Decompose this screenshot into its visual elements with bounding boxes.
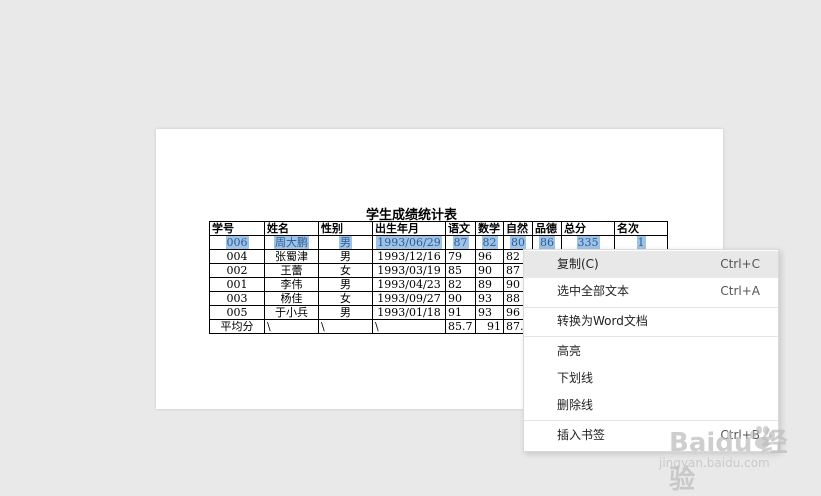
- table-cell[interactable]: 82: [445, 277, 476, 292]
- table-cell[interactable]: 001: [209, 277, 265, 292]
- selected-text[interactable]: 87: [452, 236, 469, 249]
- menu-item-copy[interactable]: 复制(C) Ctrl+C: [524, 251, 778, 278]
- table-header-row: 学号 姓名 性别 出生年月 语文 数学 自然 品德 总分 名次: [209, 221, 668, 236]
- menu-item-insert-bookmark[interactable]: 插入书签 Ctrl+B: [524, 422, 778, 449]
- table-cell[interactable]: 1: [614, 235, 668, 250]
- table-row-selected: 006 周大鹏 男 1993/06/29 87 82 80 86 335 1: [209, 235, 668, 250]
- menu-item-label: 复制(C): [557, 257, 599, 271]
- menu-item-label: 高亮: [557, 344, 582, 358]
- menu-item-shortcut: Ctrl+B: [720, 428, 760, 442]
- table-cell[interactable]: 杨佳: [264, 291, 319, 306]
- table-cell[interactable]: 于小兵: [264, 305, 319, 320]
- menu-separator: [524, 420, 778, 421]
- table-cell[interactable]: 82: [475, 235, 504, 250]
- selected-text[interactable]: 1: [636, 236, 646, 249]
- table-cell[interactable]: 87: [445, 235, 476, 250]
- menu-item-select-all[interactable]: 选中全部文本 Ctrl+A: [524, 278, 778, 305]
- header-cell[interactable]: 品德: [532, 221, 562, 236]
- menu-item-highlight[interactable]: 高亮: [524, 338, 778, 365]
- table-cell[interactable]: 93: [475, 305, 504, 320]
- menu-item-label: 下划线: [557, 371, 594, 385]
- table-cell[interactable]: \: [372, 319, 446, 334]
- header-cell[interactable]: 出生年月: [372, 221, 446, 236]
- table-cell[interactable]: 90: [475, 263, 504, 278]
- table-cell[interactable]: 女: [318, 291, 373, 306]
- table-cell[interactable]: 1993/01/18: [372, 305, 446, 320]
- header-cell[interactable]: 语文: [445, 221, 476, 236]
- menu-item-strikethrough[interactable]: 删除线: [524, 392, 778, 419]
- selected-text[interactable]: 86: [539, 236, 555, 249]
- header-cell[interactable]: 数学: [475, 221, 504, 236]
- table-cell[interactable]: 张蜀津: [264, 249, 319, 264]
- table-cell[interactable]: 80: [503, 235, 533, 250]
- table-cell[interactable]: 周大鹏: [264, 235, 319, 250]
- table-cell[interactable]: 002: [209, 263, 265, 278]
- menu-item-convert-to-word[interactable]: 转换为Word文档: [524, 308, 778, 335]
- header-cell[interactable]: 性别: [318, 221, 373, 236]
- menu-separator: [524, 336, 778, 337]
- table-cell[interactable]: 平均分: [209, 319, 265, 334]
- table-cell[interactable]: 男: [318, 235, 373, 250]
- selected-text[interactable]: 男: [339, 236, 352, 249]
- table-cell[interactable]: 006: [209, 235, 265, 250]
- context-menu: 复制(C) Ctrl+C 选中全部文本 Ctrl+A 转换为Word文档 高亮 …: [523, 249, 779, 452]
- table-cell[interactable]: 1993/12/16: [372, 249, 446, 264]
- table-cell[interactable]: 89: [475, 277, 504, 292]
- table-cell[interactable]: \: [318, 319, 373, 334]
- table-cell[interactable]: 93: [475, 291, 504, 306]
- table-cell[interactable]: 335: [561, 235, 615, 250]
- header-cell[interactable]: 学号: [209, 221, 265, 236]
- table-cell[interactable]: 男: [318, 249, 373, 264]
- table-cell[interactable]: 1993/06/29: [372, 235, 446, 250]
- table-cell[interactable]: 86: [532, 235, 562, 250]
- table-cell[interactable]: 85.7: [445, 319, 476, 334]
- table-cell[interactable]: 004: [209, 249, 265, 264]
- header-cell[interactable]: 姓名: [264, 221, 319, 236]
- menu-item-label: 删除线: [557, 398, 594, 412]
- menu-item-label: 转换为Word文档: [557, 314, 648, 328]
- table-cell[interactable]: 90: [445, 291, 476, 306]
- menu-item-shortcut: Ctrl+C: [720, 257, 760, 271]
- table-cell[interactable]: 1993/04/23: [372, 277, 446, 292]
- selected-text[interactable]: 335: [576, 236, 600, 249]
- table-cell[interactable]: 005: [209, 305, 265, 320]
- watermark-site-text: jingyan.baidu.com: [659, 456, 770, 470]
- menu-item-underline[interactable]: 下划线: [524, 365, 778, 392]
- table-cell[interactable]: 男: [318, 305, 373, 320]
- table-cell[interactable]: 003: [209, 291, 265, 306]
- header-cell[interactable]: 总分: [561, 221, 615, 236]
- menu-item-label: 插入书签: [557, 428, 606, 442]
- table-cell[interactable]: 96: [475, 249, 504, 264]
- selected-text[interactable]: 82: [481, 236, 498, 249]
- menu-item-label: 选中全部文本: [557, 284, 630, 298]
- selected-text[interactable]: 80: [510, 236, 526, 249]
- table-cell[interactable]: 男: [318, 277, 373, 292]
- table-cell[interactable]: 1993/09/27: [372, 291, 446, 306]
- table-cell[interactable]: 91: [475, 319, 504, 334]
- header-cell[interactable]: 名次: [614, 221, 668, 236]
- table-cell[interactable]: 王蕾: [264, 263, 319, 278]
- table-cell[interactable]: 91: [445, 305, 476, 320]
- selected-text[interactable]: 006: [225, 236, 249, 249]
- table-cell[interactable]: 85: [445, 263, 476, 278]
- table-cell[interactable]: 79: [445, 249, 476, 264]
- header-cell[interactable]: 自然: [503, 221, 533, 236]
- table-cell[interactable]: 女: [318, 263, 373, 278]
- menu-item-shortcut: Ctrl+A: [720, 284, 760, 298]
- table-cell[interactable]: 李伟: [264, 277, 319, 292]
- table-cell[interactable]: 1993/03/19: [372, 263, 446, 278]
- selected-text[interactable]: 周大鹏: [274, 236, 309, 249]
- table-cell[interactable]: \: [264, 319, 319, 334]
- selected-text[interactable]: 1993/06/29: [376, 236, 442, 249]
